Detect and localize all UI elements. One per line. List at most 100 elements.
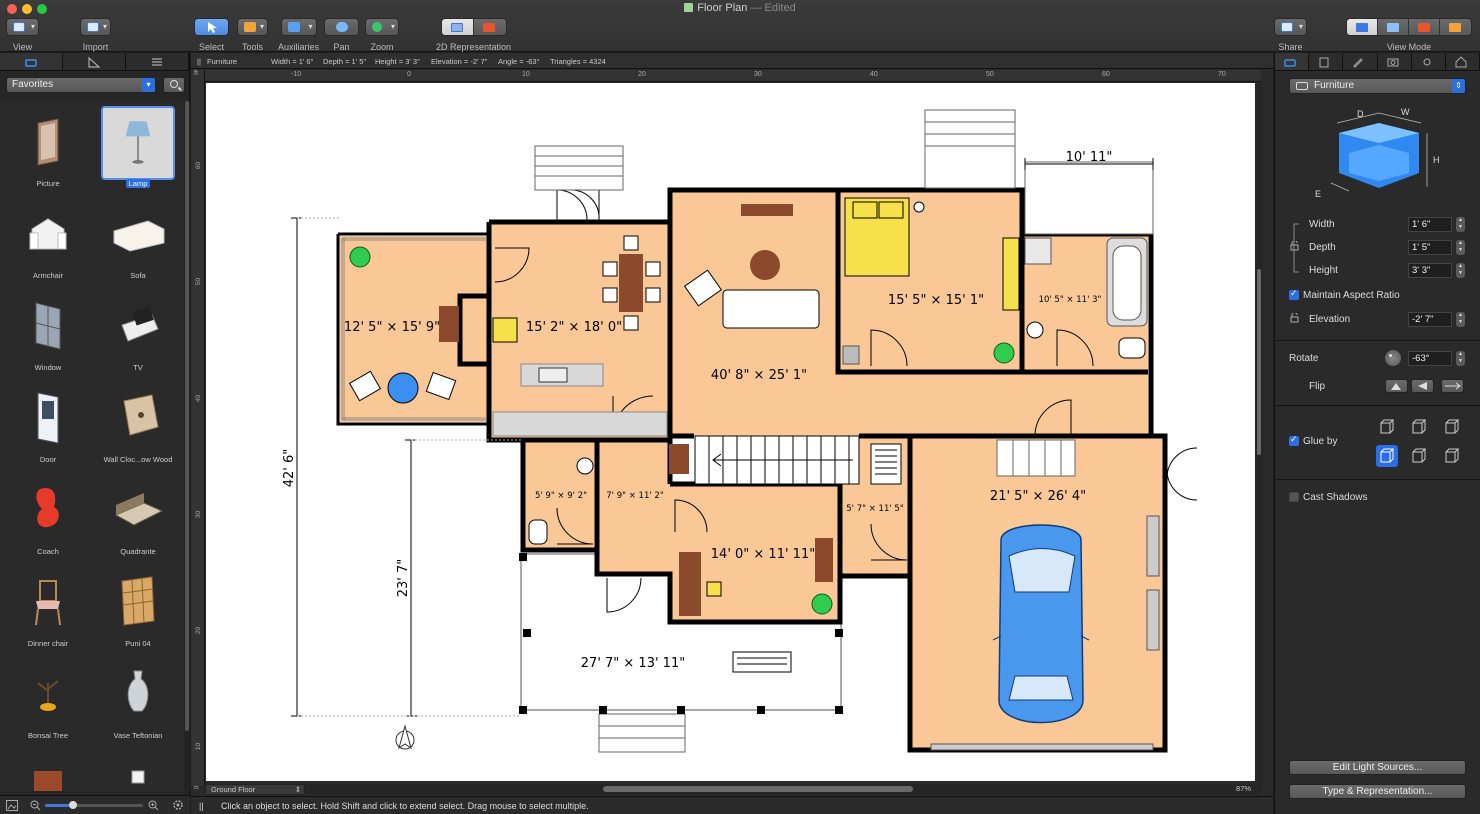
rotate-field[interactable]: -63° (1408, 351, 1452, 366)
desk[interactable] (679, 552, 701, 616)
elevation-field[interactable]: -2' 7" (1408, 312, 1452, 327)
edit-light-sources-button[interactable]: Edit Light Sources... (1289, 760, 1466, 775)
toilet[interactable] (1118, 337, 1146, 359)
rotate-stepper[interactable]: ▲ ▼ (1456, 351, 1465, 366)
view-menu[interactable]: ▾ View (6, 18, 39, 52)
depth-field[interactable]: 1' 5" (1408, 240, 1452, 255)
door[interactable] (556, 189, 588, 221)
view-mode-control[interactable]: View Mode (1346, 18, 1472, 52)
dining-table[interactable] (619, 254, 643, 312)
tab-pencil-inspector[interactable] (1343, 53, 1378, 70)
floor-select[interactable]: Ground Floor ⇕ (205, 784, 305, 795)
kitchen-counter[interactable] (492, 411, 668, 437)
gear-icon[interactable] (172, 799, 184, 811)
library-item-dinner-chair[interactable]: Dinner chair (10, 565, 86, 651)
room-closet[interactable] (597, 438, 670, 572)
auxiliaries-button[interactable]: ▾ (280, 18, 317, 36)
scrollbar-thumb[interactable] (185, 101, 189, 731)
sofa-icon[interactable] (722, 289, 820, 329)
canvas-vertical-scrollbar[interactable] (1255, 83, 1263, 783)
representation-toggle[interactable]: 2D Representation (436, 18, 511, 52)
glue-face-6-button[interactable] (1441, 445, 1463, 467)
library-item-window[interactable]: Window (10, 289, 86, 375)
tv-stand[interactable] (741, 204, 793, 216)
scrollbar-thumb[interactable] (603, 786, 913, 792)
glue-face-5-button[interactable] (1408, 445, 1430, 467)
library-search-button[interactable] (163, 77, 185, 93)
thumbnail-size-slider[interactable] (45, 801, 143, 809)
zoom-button[interactable]: ▾ (365, 18, 399, 36)
glue-by-checkbox[interactable] (1289, 434, 1299, 446)
maintain-aspect-ratio-checkbox[interactable] (1289, 288, 1299, 300)
plant-icon[interactable] (811, 593, 833, 615)
desk[interactable] (439, 306, 459, 342)
library-item-vase-teftonian[interactable]: Vase Teftonian (100, 657, 176, 743)
category-select[interactable]: Favorites ▾ (6, 77, 156, 93)
cabinet[interactable] (669, 444, 689, 474)
width-stepper[interactable]: ▲ ▼ (1456, 217, 1465, 232)
height-field[interactable]: 3' 3" (1408, 263, 1452, 278)
lock-icon[interactable] (1289, 241, 1301, 251)
scrollbar-thumb[interactable] (1257, 269, 1261, 455)
library-item-coach[interactable]: Coach (10, 473, 86, 559)
view-mode-segmented[interactable] (1346, 18, 1472, 36)
round-table[interactable] (387, 372, 419, 404)
library-scrollbar[interactable] (184, 101, 190, 791)
door[interactable] (1166, 469, 1198, 501)
plant-icon[interactable] (993, 342, 1015, 364)
glue-face-1-button[interactable] (1376, 416, 1398, 438)
tab-camera-inspector[interactable] (1377, 53, 1412, 70)
glue-face-2-button[interactable] (1408, 416, 1430, 438)
view-mode-house[interactable] (1440, 19, 1471, 35)
library-item-tv[interactable]: TV (100, 289, 176, 375)
library-item-door[interactable]: Door (10, 381, 86, 467)
library-item-puni-04[interactable]: Puni 04 (100, 565, 176, 651)
sink-icon[interactable] (1026, 321, 1044, 339)
2d-representation-button[interactable] (441, 19, 474, 35)
staircase[interactable] (694, 435, 860, 485)
sink-icon[interactable] (576, 457, 594, 475)
tab-materials-library[interactable] (63, 53, 126, 70)
rotate-dial[interactable] (1385, 350, 1401, 366)
slider-knob[interactable] (69, 801, 77, 809)
glue-face-4-button[interactable] (1376, 445, 1398, 467)
object-category-select[interactable]: Furniture ⇕ (1289, 78, 1466, 94)
view-mode-split[interactable] (1409, 19, 1440, 35)
toilet[interactable] (528, 519, 548, 545)
tools-button[interactable]: ▾ (237, 18, 268, 36)
library-item-lamp[interactable]: Lamp (100, 105, 176, 191)
select-tool[interactable]: Select (194, 18, 229, 52)
library-item-picture[interactable]: Picture (10, 105, 86, 191)
door[interactable] (1166, 447, 1198, 479)
cast-shadows-checkbox[interactable] (1289, 492, 1299, 502)
tools-menu[interactable]: ▾ Tools (237, 18, 268, 52)
garage-shelf[interactable] (1146, 589, 1160, 651)
glue-face-3-button[interactable] (1441, 416, 1463, 438)
lock-icon[interactable] (1289, 313, 1301, 323)
canvas-horizontal-scrollbar[interactable] (205, 784, 1261, 794)
library-item-quadrante[interactable]: Quadrante (100, 473, 176, 559)
floor-plan-sheet[interactable]: 12' 5" × 15' 9" 15' 2" × 18' 0" 40' 8" ×… (206, 83, 1255, 781)
zoom-in-icon[interactable] (148, 800, 159, 811)
library-item-armchair[interactable]: Armchair (10, 197, 86, 283)
door[interactable] (570, 189, 600, 221)
tab-furniture-library[interactable] (0, 53, 63, 70)
type-representation-button[interactable]: Type & Representation... (1289, 784, 1466, 799)
elevation-stepper[interactable]: ▲ ▼ (1456, 312, 1465, 327)
desk-chair[interactable] (706, 581, 722, 597)
coffee-table[interactable] (750, 250, 780, 280)
library-item-wall-clock[interactable]: Wall Cloc...ow Wood (100, 381, 176, 467)
tab-object-inspector[interactable] (1275, 53, 1310, 70)
share-menu[interactable]: ▾ Share (1274, 18, 1307, 52)
car[interactable] (992, 524, 1090, 724)
library-item-bonsai-tree[interactable]: Bonsai Tree (10, 657, 86, 743)
wardrobe[interactable] (1002, 237, 1020, 311)
depth-stepper[interactable]: ▲ ▼ (1456, 240, 1465, 255)
view-mode-floorplan[interactable] (1347, 19, 1378, 35)
flip-horizontal-button[interactable] (1411, 379, 1434, 393)
import-button[interactable]: ▾ (80, 18, 111, 36)
plant-icon[interactable] (349, 246, 371, 268)
import-menu[interactable]: ▾ Import (80, 18, 111, 52)
share-button[interactable]: ▾ (1274, 18, 1307, 36)
width-field[interactable]: 1' 6" (1408, 217, 1452, 232)
